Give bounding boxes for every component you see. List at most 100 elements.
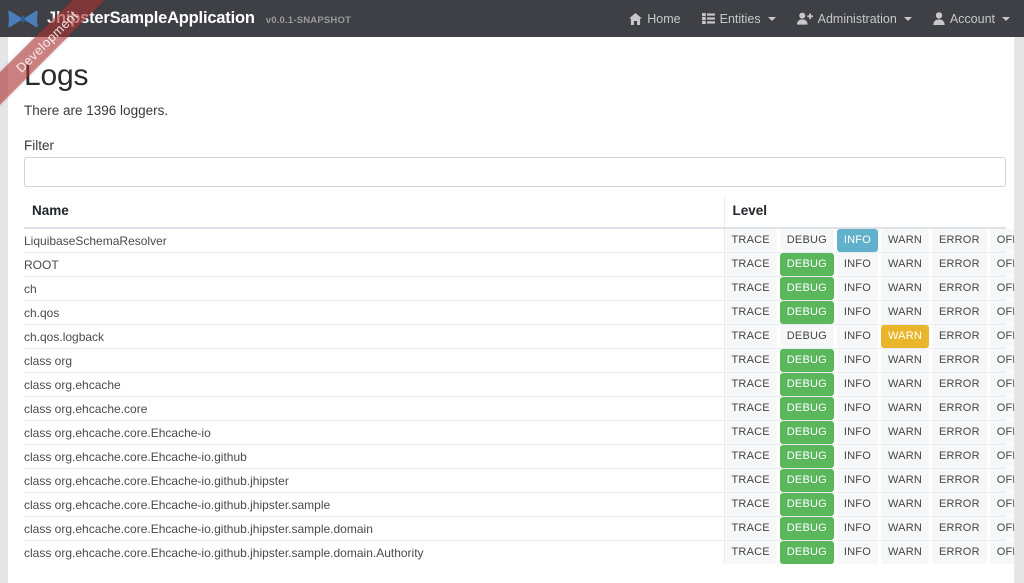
level-button-debug[interactable]: DEBUG <box>779 373 834 396</box>
level-button-error[interactable]: ERROR <box>931 325 987 348</box>
level-button-warn[interactable]: WARN <box>880 493 929 516</box>
level-button-group: TRACEDEBUGINFOWARNERROROFF <box>724 541 1014 564</box>
level-button-warn[interactable]: WARN <box>880 277 929 300</box>
level-button-info[interactable]: INFO <box>836 445 878 468</box>
level-button-warn[interactable]: WARN <box>880 541 929 564</box>
level-button-warn[interactable]: WARN <box>880 517 929 540</box>
level-button-debug[interactable]: DEBUG <box>779 421 834 444</box>
level-button-warn[interactable]: WARN <box>880 301 929 324</box>
level-button-trace[interactable]: TRACE <box>724 421 777 444</box>
level-button-debug[interactable]: DEBUG <box>779 349 834 372</box>
level-button-info[interactable]: INFO <box>836 517 878 540</box>
level-button-off[interactable]: OFF <box>989 445 1014 468</box>
level-button-debug[interactable]: DEBUG <box>779 229 834 252</box>
level-button-error[interactable]: ERROR <box>931 301 987 324</box>
logger-level-cell: TRACEDEBUGINFOWARNERROROFF <box>723 540 1014 564</box>
level-button-info[interactable]: INFO <box>836 277 878 300</box>
level-button-info[interactable]: INFO <box>836 469 878 492</box>
level-button-debug[interactable]: DEBUG <box>779 301 834 324</box>
nav-item-account[interactable]: Account <box>933 12 1010 26</box>
level-button-trace[interactable]: TRACE <box>724 469 777 492</box>
level-button-off[interactable]: OFF <box>989 373 1014 396</box>
level-button-warn[interactable]: WARN <box>880 349 929 372</box>
level-button-off[interactable]: OFF <box>989 469 1014 492</box>
level-button-trace[interactable]: TRACE <box>724 277 777 300</box>
level-button-error[interactable]: ERROR <box>931 541 987 564</box>
level-button-info[interactable]: INFO <box>836 349 878 372</box>
level-button-off[interactable]: OFF <box>989 421 1014 444</box>
logger-level-cell: TRACEDEBUGINFOWARNERROROFF <box>723 300 1014 325</box>
level-button-off[interactable]: OFF <box>989 493 1014 516</box>
level-button-info[interactable]: INFO <box>836 253 878 276</box>
page-title: Logs <box>24 59 89 92</box>
level-button-error[interactable]: ERROR <box>931 517 987 540</box>
level-button-trace[interactable]: TRACE <box>724 325 777 348</box>
level-button-off[interactable]: OFF <box>989 253 1014 276</box>
logger-level-cell: TRACEDEBUGINFOWARNERROROFF <box>723 372 1014 397</box>
level-button-debug[interactable]: DEBUG <box>779 517 834 540</box>
level-button-warn[interactable]: WARN <box>880 325 929 348</box>
level-button-trace[interactable]: TRACE <box>724 493 777 516</box>
level-button-trace[interactable]: TRACE <box>724 349 777 372</box>
level-button-error[interactable]: ERROR <box>931 421 987 444</box>
level-button-info[interactable]: INFO <box>836 397 878 420</box>
level-button-info[interactable]: INFO <box>836 421 878 444</box>
nav-item-administration[interactable]: Administration <box>796 12 912 26</box>
nav-item-home[interactable]: Home <box>629 12 681 26</box>
level-button-warn[interactable]: WARN <box>880 469 929 492</box>
logger-name-cell: ch.qos <box>24 300 724 325</box>
level-button-warn[interactable]: WARN <box>880 445 929 468</box>
level-button-error[interactable]: ERROR <box>931 373 987 396</box>
level-button-trace[interactable]: TRACE <box>724 253 777 276</box>
level-button-error[interactable]: ERROR <box>931 253 987 276</box>
level-button-info[interactable]: INFO <box>836 325 878 348</box>
level-button-trace[interactable]: TRACE <box>724 541 777 564</box>
logger-level-cell: TRACEDEBUGINFOWARNERROROFF <box>723 348 1014 373</box>
level-button-trace[interactable]: TRACE <box>724 397 777 420</box>
level-button-off[interactable]: OFF <box>989 301 1014 324</box>
level-button-debug[interactable]: DEBUG <box>779 253 834 276</box>
level-button-debug[interactable]: DEBUG <box>779 445 834 468</box>
level-button-info[interactable]: INFO <box>836 301 878 324</box>
level-button-off[interactable]: OFF <box>989 229 1014 252</box>
level-button-off[interactable]: OFF <box>989 325 1014 348</box>
level-button-trace[interactable]: TRACE <box>724 301 777 324</box>
level-button-warn[interactable]: WARN <box>880 373 929 396</box>
level-button-info[interactable]: INFO <box>836 229 878 252</box>
level-button-group: TRACEDEBUGINFOWARNERROROFF <box>724 277 1014 300</box>
level-button-group: TRACEDEBUGINFOWARNERROROFF <box>724 349 1014 372</box>
nav-item-entities[interactable]: Entities <box>701 12 776 26</box>
level-button-off[interactable]: OFF <box>989 349 1014 372</box>
level-button-off[interactable]: OFF <box>989 277 1014 300</box>
level-button-info[interactable]: INFO <box>836 541 878 564</box>
level-button-trace[interactable]: TRACE <box>724 517 777 540</box>
level-button-warn[interactable]: WARN <box>880 397 929 420</box>
level-button-error[interactable]: ERROR <box>931 397 987 420</box>
level-button-error[interactable]: ERROR <box>931 349 987 372</box>
level-button-warn[interactable]: WARN <box>880 229 929 252</box>
level-button-off[interactable]: OFF <box>989 517 1014 540</box>
level-button-warn[interactable]: WARN <box>880 253 929 276</box>
level-button-debug[interactable]: DEBUG <box>779 397 834 420</box>
level-button-warn[interactable]: WARN <box>880 421 929 444</box>
level-button-trace[interactable]: TRACE <box>724 373 777 396</box>
level-button-debug[interactable]: DEBUG <box>779 493 834 516</box>
filter-input[interactable] <box>24 157 1006 187</box>
level-button-debug[interactable]: DEBUG <box>779 469 834 492</box>
level-button-error[interactable]: ERROR <box>931 493 987 516</box>
level-button-info[interactable]: INFO <box>836 373 878 396</box>
level-button-debug[interactable]: DEBUG <box>779 325 834 348</box>
level-button-error[interactable]: ERROR <box>931 229 987 252</box>
level-button-debug[interactable]: DEBUG <box>779 541 834 564</box>
level-button-trace[interactable]: TRACE <box>724 445 777 468</box>
level-button-error[interactable]: ERROR <box>931 277 987 300</box>
level-button-error[interactable]: ERROR <box>931 445 987 468</box>
level-button-off[interactable]: OFF <box>989 541 1014 564</box>
level-button-error[interactable]: ERROR <box>931 469 987 492</box>
level-button-info[interactable]: INFO <box>836 493 878 516</box>
jhipster-bowtie-logo-icon <box>8 10 38 27</box>
navbar-brand[interactable]: JhipsterSampleApplication v0.0.1-SNAPSHO… <box>8 9 351 29</box>
level-button-off[interactable]: OFF <box>989 397 1014 420</box>
level-button-trace[interactable]: TRACE <box>724 229 777 252</box>
level-button-debug[interactable]: DEBUG <box>779 277 834 300</box>
